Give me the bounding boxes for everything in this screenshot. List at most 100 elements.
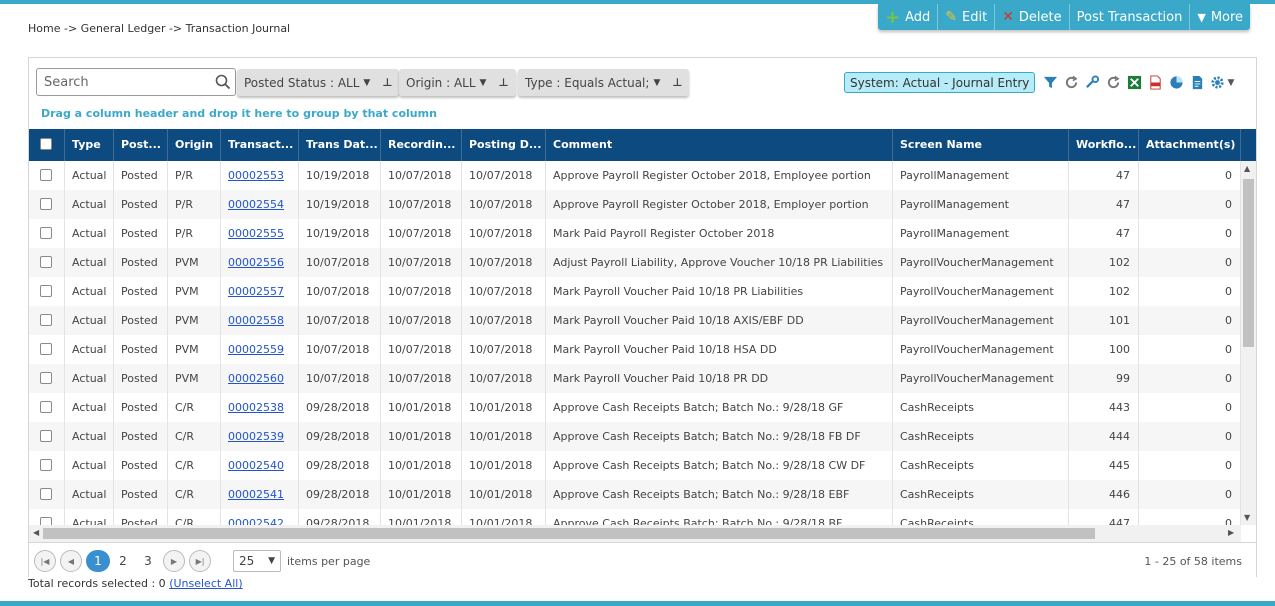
origin-filter[interactable]: Origin : ALL ▼ ⊥ bbox=[399, 69, 516, 96]
scroll-right-icon[interactable]: ▶ bbox=[1228, 528, 1234, 537]
scroll-left-icon[interactable]: ◀ bbox=[33, 528, 39, 537]
column-header-comment[interactable]: Comment bbox=[546, 129, 893, 161]
column-header-posting-date[interactable]: Posting D... bbox=[462, 129, 546, 161]
vertical-scroll-thumb[interactable] bbox=[1243, 179, 1254, 347]
page-2-button[interactable]: 2 bbox=[111, 550, 135, 572]
column-header-origin[interactable]: Origin bbox=[168, 129, 221, 161]
reset-icon[interactable] bbox=[1104, 73, 1123, 92]
filter-icon[interactable] bbox=[1041, 73, 1060, 92]
transaction-link[interactable]: 00002540 bbox=[228, 459, 284, 472]
pin-icon[interactable]: ⊥ bbox=[382, 76, 392, 89]
transaction-link[interactable]: 00002559 bbox=[228, 343, 284, 356]
transaction-link[interactable]: 00002553 bbox=[228, 169, 284, 182]
cell-attachments: 0 bbox=[1139, 509, 1241, 525]
pdf-export-icon[interactable] bbox=[1146, 73, 1165, 92]
posted-status-filter[interactable]: Posted Status : ALL ▼ ⊥ bbox=[237, 69, 400, 96]
transaction-link[interactable]: 00002558 bbox=[228, 314, 284, 327]
search-icon[interactable] bbox=[215, 74, 231, 90]
delete-button[interactable]: ✕ Delete bbox=[995, 4, 1070, 30]
row-checkbox[interactable] bbox=[40, 401, 52, 413]
row-checkbox[interactable] bbox=[40, 430, 52, 442]
cell-recording-date: 10/07/2018 bbox=[381, 335, 462, 364]
document-icon[interactable] bbox=[1188, 73, 1207, 92]
transaction-link[interactable]: 00002554 bbox=[228, 198, 284, 211]
prev-page-button[interactable]: ◀ bbox=[60, 550, 82, 572]
cell-workflow: 47 bbox=[1069, 161, 1139, 190]
table-row[interactable]: Actual Posted PVM 00002556 10/07/2018 10/07/2… bbox=[29, 248, 1241, 277]
first-page-button[interactable]: |◀ bbox=[34, 550, 56, 572]
next-page-button[interactable]: ▶ bbox=[163, 550, 185, 572]
column-header-type[interactable]: Type bbox=[65, 129, 114, 161]
row-checkbox[interactable] bbox=[40, 459, 52, 471]
add-button[interactable]: + Add bbox=[878, 4, 939, 30]
plus-icon: + bbox=[885, 6, 901, 28]
pin-icon[interactable]: ⊥ bbox=[498, 76, 508, 89]
column-header-posted[interactable]: Post... bbox=[114, 129, 168, 161]
scroll-down-icon[interactable]: ▼ bbox=[1244, 513, 1250, 522]
search-input[interactable] bbox=[42, 74, 212, 91]
cell-screen-name: PayrollVoucherManagement bbox=[893, 277, 1069, 306]
row-checkbox[interactable] bbox=[40, 169, 52, 181]
select-all-checkbox[interactable] bbox=[40, 138, 52, 150]
row-checkbox[interactable] bbox=[40, 517, 52, 525]
table-row[interactable]: Actual Posted P/R 00002553 10/19/2018 10/07/2… bbox=[29, 161, 1241, 190]
excel-export-icon[interactable] bbox=[1125, 73, 1144, 92]
table-row[interactable]: Actual Posted P/R 00002555 10/19/2018 10/07/2… bbox=[29, 219, 1241, 248]
table-row[interactable]: Actual Posted P/R 00002554 10/19/2018 10/07/2… bbox=[29, 190, 1241, 219]
column-header-screen-name[interactable]: Screen Name bbox=[893, 129, 1069, 161]
transaction-link[interactable]: 00002560 bbox=[228, 372, 284, 385]
transaction-link[interactable]: 00002539 bbox=[228, 430, 284, 443]
row-checkbox[interactable] bbox=[40, 198, 52, 210]
cell-type: Actual bbox=[65, 451, 114, 480]
table-row[interactable]: Actual Posted C/R 00002542 09/28/2018 10/01/2… bbox=[29, 509, 1241, 525]
page-1-button[interactable]: 1 bbox=[86, 550, 110, 572]
pager: |◀ ◀ 1 2 3 ▶ ▶| 25 ▼ items per page 1 - … bbox=[29, 542, 1256, 577]
chart-icon[interactable] bbox=[1167, 73, 1186, 92]
table-row[interactable]: Actual Posted C/R 00002541 09/28/2018 10/01/2… bbox=[29, 480, 1241, 509]
column-header-recording[interactable]: Recordin... bbox=[381, 129, 462, 161]
transaction-link[interactable]: 00002556 bbox=[228, 256, 284, 269]
page-size-select[interactable]: 25 ▼ bbox=[233, 550, 281, 572]
type-filter[interactable]: Type : Equals Actual; ▼ ⊥ bbox=[518, 69, 690, 96]
more-button[interactable]: ▼ More bbox=[1190, 4, 1250, 30]
pin-icon[interactable]: ⊥ bbox=[672, 76, 682, 89]
vertical-scrollbar[interactable]: ▲ ▼ bbox=[1241, 161, 1256, 525]
column-header-attachments[interactable]: Attachment(s) bbox=[1139, 129, 1241, 161]
transaction-link[interactable]: 00002538 bbox=[228, 401, 284, 414]
refresh-icon[interactable] bbox=[1062, 73, 1081, 92]
post-transaction-button[interactable]: Post Transaction bbox=[1070, 4, 1191, 30]
column-header-transaction[interactable]: Transact... bbox=[221, 129, 299, 161]
type-filter-label: Type : Equals Actual; bbox=[525, 75, 650, 90]
table-row[interactable]: Actual Posted C/R 00002540 09/28/2018 10/01/2… bbox=[29, 451, 1241, 480]
cell-workflow: 443 bbox=[1069, 393, 1139, 422]
row-checkbox[interactable] bbox=[40, 343, 52, 355]
wrench-icon[interactable] bbox=[1083, 73, 1102, 92]
scroll-up-icon[interactable]: ▲ bbox=[1244, 164, 1250, 173]
row-checkbox[interactable] bbox=[40, 488, 52, 500]
last-page-button[interactable]: ▶| bbox=[189, 550, 211, 572]
row-checkbox[interactable] bbox=[40, 227, 52, 239]
row-checkbox[interactable] bbox=[40, 285, 52, 297]
transaction-link[interactable]: 00002555 bbox=[228, 227, 284, 240]
table-row[interactable]: Actual Posted C/R 00002539 09/28/2018 10/01/2… bbox=[29, 422, 1241, 451]
row-checkbox[interactable] bbox=[40, 256, 52, 268]
system-view-badge[interactable]: System: Actual - Journal Entry bbox=[844, 72, 1036, 93]
transaction-link[interactable]: 00002557 bbox=[228, 285, 284, 298]
column-header-workflow[interactable]: Workflo... bbox=[1069, 129, 1139, 161]
row-checkbox[interactable] bbox=[40, 372, 52, 384]
row-checkbox[interactable] bbox=[40, 314, 52, 326]
table-row[interactable]: Actual Posted C/R 00002538 09/28/2018 10/01/2… bbox=[29, 393, 1241, 422]
table-row[interactable]: Actual Posted PVM 00002558 10/07/2018 10/07/2… bbox=[29, 306, 1241, 335]
transaction-link[interactable]: 00002542 bbox=[228, 517, 284, 525]
horizontal-scroll-thumb[interactable] bbox=[43, 528, 1095, 539]
table-row[interactable]: Actual Posted PVM 00002560 10/07/2018 10/07/2… bbox=[29, 364, 1241, 393]
column-header-trans-date[interactable]: Trans Dat... bbox=[299, 129, 381, 161]
page-3-button[interactable]: 3 bbox=[136, 550, 160, 572]
horizontal-scrollbar[interactable]: ◀ ▶ bbox=[29, 525, 1241, 542]
table-row[interactable]: Actual Posted PVM 00002559 10/07/2018 10/07/2… bbox=[29, 335, 1241, 364]
unselect-all-link[interactable]: (Unselect All) bbox=[169, 577, 242, 590]
settings-menu[interactable]: ▼ bbox=[1209, 73, 1235, 92]
transaction-link[interactable]: 00002541 bbox=[228, 488, 284, 501]
table-row[interactable]: Actual Posted PVM 00002557 10/07/2018 10/07/2… bbox=[29, 277, 1241, 306]
edit-button[interactable]: ✎ Edit bbox=[938, 4, 996, 30]
